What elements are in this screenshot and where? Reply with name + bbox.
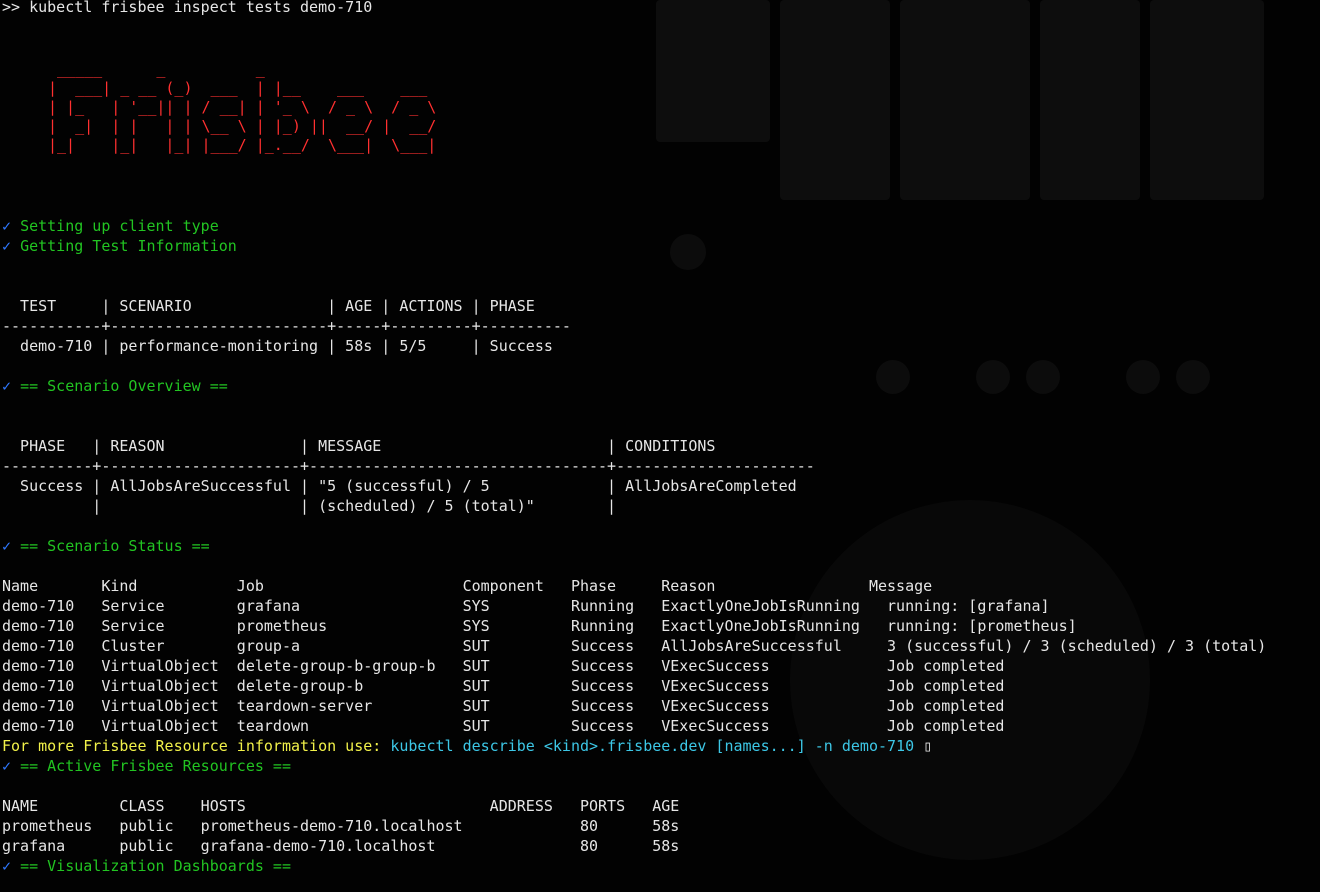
missing-glyph-icon: ▯ xyxy=(914,737,933,755)
test-table-separator: -----------+------------------------+---… xyxy=(2,317,571,335)
table-row: demo-710 VirtualObject delete-group-b-gr… xyxy=(2,657,1005,675)
table-row: demo-710 Cluster group-a SUT Success All… xyxy=(2,637,1267,655)
check-icon: ✓ xyxy=(2,537,12,555)
check-icon: ✓ xyxy=(2,377,12,395)
section-title: == Visualization Dashboards == xyxy=(20,857,291,875)
overview-table-row: Success | AllJobsAreSuccessful | "5 (suc… xyxy=(2,477,797,495)
check-icon: ✓ xyxy=(2,857,12,875)
table-row: demo-710 VirtualObject teardown-server S… xyxy=(2,697,1005,715)
test-table-row: demo-710 | performance-monitoring | 58s … xyxy=(2,337,553,355)
active-title-line: ✓ == Active Frisbee Resources == xyxy=(2,756,291,776)
overview-table-separator: ----------+----------------------+------… xyxy=(2,457,815,475)
status-table-header: Name Kind Job Component Phase Reason Mes… xyxy=(2,577,933,595)
section-title: == Scenario Overview == xyxy=(20,377,228,395)
step-line-2: ✓ Getting Test Information xyxy=(2,236,237,256)
table-row: prometheus public prometheus-demo-710.lo… xyxy=(2,817,680,835)
check-icon: ✓ xyxy=(2,237,12,255)
table-row: demo-710 VirtualObject teardown SUT Succ… xyxy=(2,717,1005,735)
check-icon: ✓ xyxy=(2,217,12,235)
step-label: Setting up client type xyxy=(20,217,219,235)
section-title: == Active Frisbee Resources == xyxy=(20,757,291,775)
table-row: demo-710 VirtualObject delete-group-b SU… xyxy=(2,677,1005,695)
status-title-line: ✓ == Scenario Status == xyxy=(2,536,210,556)
hint-command: kubectl describe <kind>.frisbee.dev [nam… xyxy=(390,737,915,755)
dashboards-title-line: ✓ == Visualization Dashboards == xyxy=(2,856,291,876)
section-title: == Scenario Status == xyxy=(20,537,210,555)
step-line-1: ✓ Setting up client type xyxy=(2,216,219,236)
table-row: demo-710 Service grafana SYS Running Exa… xyxy=(2,597,1050,615)
table-row: grafana public grafana-demo-710.localhos… xyxy=(2,837,680,855)
overview-table-header: PHASE | REASON | MESSAGE | CONDITIONS xyxy=(2,437,716,455)
hint-text: For more Frisbee Resource information us… xyxy=(2,737,391,755)
describe-hint-line: For more Frisbee Resource information us… xyxy=(2,736,932,756)
command-line: >> kubectl frisbee inspect tests demo-71… xyxy=(2,0,373,16)
overview-title-line: ✓ == Scenario Overview == xyxy=(2,376,228,396)
terminal-window[interactable]: >> kubectl frisbee inspect tests demo-71… xyxy=(0,0,1320,892)
test-table-header: TEST | SCENARIO | AGE | ACTIONS | PHASE xyxy=(2,297,535,315)
check-icon: ✓ xyxy=(2,757,12,775)
step-label: Getting Test Information xyxy=(20,237,237,255)
overview-table-row-cont: | | (scheduled) / 5 (total)" | xyxy=(2,497,617,515)
table-row: demo-710 Service prometheus SYS Running … xyxy=(2,617,1077,635)
resources-table-header: NAME CLASS HOSTS ADDRESS PORTS AGE xyxy=(2,797,680,815)
frisbee-ascii-logo: _____ _ _ | ___| _ __ (_) ___ | |__ ___ … xyxy=(48,60,437,154)
